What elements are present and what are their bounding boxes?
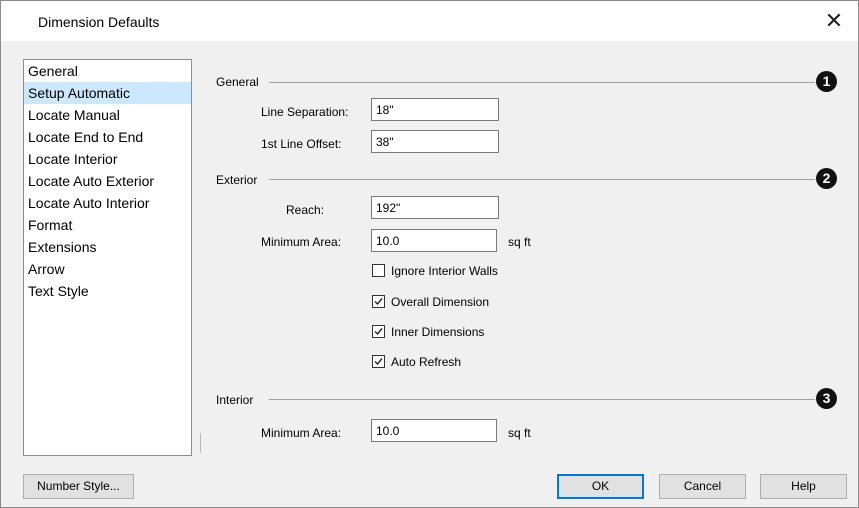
interior-min-area-unit: sq ft [508,426,531,440]
reach-label: Reach: [286,203,325,217]
section-title-interior: Interior [216,393,254,407]
callout-badge-3: 3 [816,388,837,409]
line-separation-label: Line Separation: [261,105,349,119]
nav-item-text-style[interactable]: Text Style [24,280,191,302]
callout-badge-1: 1 [816,71,837,92]
checkmark-icon [374,358,383,366]
overall-dimension-label[interactable]: Overall Dimension [391,295,489,309]
dialog-title: Dimension Defaults [38,14,160,30]
section-divider-interior [269,399,815,400]
inner-dimensions-checkbox[interactable] [372,325,385,338]
nav-item-locate-auto-interior[interactable]: Locate Auto Interior [24,192,191,214]
number-style-button[interactable]: Number Style... [23,474,134,499]
nav-item-general[interactable]: General [24,60,191,82]
section-divider-exterior [269,179,815,180]
checkmark-icon [374,328,383,336]
overall-dimension-checkbox[interactable] [372,295,385,308]
section-divider-general [269,82,815,83]
nav-item-locate-interior[interactable]: Locate Interior [24,148,191,170]
nav-item-arrow[interactable]: Arrow [24,258,191,280]
checkmark-icon [374,298,383,306]
inner-dimensions-label[interactable]: Inner Dimensions [391,325,484,339]
category-list[interactable]: General Setup Automatic Locate Manual Lo… [23,59,192,456]
divider [200,433,201,453]
title-bar: Dimension Defaults ✕ [1,1,858,41]
interior-min-area-input[interactable] [371,419,497,442]
ok-button[interactable]: OK [557,474,644,499]
nav-item-format[interactable]: Format [24,214,191,236]
dimension-defaults-dialog: Dimension Defaults ✕ General Setup Autom… [0,0,859,508]
interior-min-area-label: Minimum Area: [261,426,342,440]
nav-item-locate-manual[interactable]: Locate Manual [24,104,191,126]
ignore-interior-walls-checkbox[interactable] [372,264,385,277]
first-line-offset-label: 1st Line Offset: [261,137,342,151]
auto-refresh-label[interactable]: Auto Refresh [391,355,461,369]
auto-refresh-checkbox[interactable] [372,355,385,368]
section-title-general: General [216,75,259,89]
exterior-min-area-unit: sq ft [508,235,531,249]
help-button[interactable]: Help [760,474,847,499]
ignore-interior-walls-label[interactable]: Ignore Interior Walls [391,264,498,278]
cancel-button[interactable]: Cancel [659,474,746,499]
nav-item-locate-auto-exterior[interactable]: Locate Auto Exterior [24,170,191,192]
nav-item-locate-end-to-end[interactable]: Locate End to End [24,126,191,148]
reach-input[interactable] [371,196,499,219]
callout-badge-2: 2 [816,168,837,189]
exterior-min-area-input[interactable] [371,229,497,252]
nav-item-setup-automatic[interactable]: Setup Automatic [24,82,191,104]
line-separation-input[interactable] [371,98,499,121]
nav-item-extensions[interactable]: Extensions [24,236,191,258]
first-line-offset-input[interactable] [371,130,499,153]
close-icon[interactable]: ✕ [814,5,854,37]
exterior-min-area-label: Minimum Area: [261,235,342,249]
section-title-exterior: Exterior [216,173,258,187]
